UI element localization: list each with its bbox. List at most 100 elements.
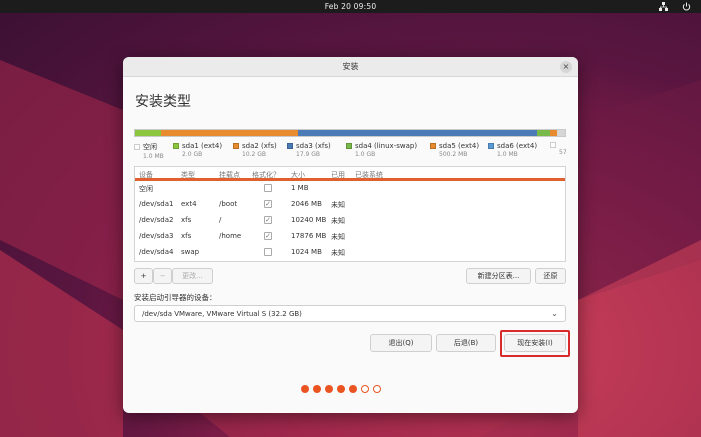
- new-partition-table-button[interactable]: 新建分区表...: [466, 268, 531, 284]
- cell-mount: /home: [219, 232, 242, 240]
- legend-item: 57: [550, 142, 567, 156]
- cell-type: xfs: [181, 232, 192, 240]
- partition-table[interactable]: 设备 类型 挂载点 格式化？ 大小 已用 已装系统 空闲 1 MB/dev/sda…: [134, 166, 566, 262]
- window-titlebar[interactable]: 安装 ×: [123, 57, 578, 77]
- cell-type: ext4: [181, 200, 197, 208]
- cell-size: 1 MB: [291, 184, 309, 192]
- cell-mount: /: [219, 216, 222, 224]
- page-title: 安装类型: [135, 94, 191, 110]
- cell-device: /dev/sda4: [139, 248, 174, 256]
- legend-size: 500.2 MB: [439, 151, 468, 158]
- legend-label: 空闲: [143, 143, 157, 151]
- cell-size: 10240 MB: [291, 216, 327, 224]
- partition-segment-sda3: [297, 130, 537, 136]
- partition-segment-sda1: [135, 130, 162, 136]
- progress-dot: [337, 385, 345, 393]
- quit-label: 退出(Q): [388, 339, 414, 347]
- legend-size: 2.0 GB: [182, 151, 203, 158]
- legend-label: sda5 (ext4): [439, 142, 480, 150]
- cell-device: /dev/sda3: [139, 232, 174, 240]
- change-label: 更改...: [182, 272, 203, 280]
- partition-bar: [134, 129, 566, 137]
- format-checkbox[interactable]: [264, 184, 272, 192]
- change-partition-button[interactable]: 更改...: [172, 268, 213, 284]
- progress-dot: [361, 385, 369, 393]
- legend-swatch: [430, 143, 436, 149]
- install-highlight-box: [500, 330, 570, 357]
- legend-swatch: [346, 143, 352, 149]
- table-row[interactable]: /dev/sda2 xfs / 10240 MB 未知 ✓: [135, 213, 565, 229]
- top-bar: Feb 20 09:50: [0, 0, 701, 13]
- remove-partition-button[interactable]: −: [153, 268, 172, 284]
- network-icon[interactable]: [659, 2, 668, 11]
- legend-swatch: [550, 142, 556, 148]
- table-row[interactable]: /dev/sda1 ext4/boot 2046 MB 未知 ✓: [135, 197, 565, 213]
- format-checkbox-checked[interactable]: ✓: [264, 232, 272, 240]
- format-checkbox-checked[interactable]: ✓: [264, 216, 272, 224]
- cell-type: xfs: [181, 216, 192, 224]
- add-partition-button[interactable]: +: [134, 268, 153, 284]
- legend-swatch: [173, 143, 179, 149]
- legend-size: 57: [559, 149, 567, 156]
- power-icon[interactable]: [682, 2, 691, 11]
- clock[interactable]: Feb 20 09:50: [325, 2, 377, 11]
- legend-item: sda1 (ext4) 2.0 GB: [173, 142, 222, 158]
- legend-label: sda2 (xfs): [242, 142, 277, 150]
- legend-label: sda1 (ext4): [182, 142, 223, 150]
- progress-dot: [349, 385, 357, 393]
- add-icon: +: [140, 272, 147, 280]
- cell-size: 2046 MB: [291, 200, 322, 208]
- legend-size: 1.0 MB: [143, 153, 164, 160]
- cell-mount: /boot: [219, 200, 238, 208]
- window-title: 安装: [342, 62, 359, 71]
- col-device: 设备: [139, 171, 153, 179]
- legend-label: sda6 (ext4): [497, 142, 538, 150]
- col-used: 已用: [331, 171, 345, 179]
- legend-label: sda4 (linux-swap): [355, 142, 418, 150]
- format-checkbox[interactable]: [264, 248, 272, 256]
- revert-label: 还原: [543, 272, 558, 280]
- partition-legend: 空闲 1.0 MB sda1 (ext4) 2.0 GB sda2 (xfs) 10.2 …: [134, 142, 578, 162]
- chevron-down-icon: ⌄: [551, 309, 558, 318]
- legend-size: 10.2 GB: [242, 151, 267, 158]
- legend-swatch: [233, 143, 239, 149]
- cell-size: 17876 MB: [291, 232, 327, 240]
- back-button[interactable]: 后退(B): [436, 334, 496, 352]
- table-row[interactable]: /dev/sda4 swap 1024 MB 未知: [135, 245, 565, 261]
- progress-dot: [325, 385, 333, 393]
- boot-device-value: /dev/sda VMware, VMware Virtual S (32.2 …: [142, 309, 302, 318]
- progress-dot: [373, 385, 381, 393]
- legend-size: 17.9 GB: [296, 151, 321, 158]
- legend-item: sda2 (xfs) 10.2 GB: [233, 142, 277, 158]
- boot-device-select[interactable]: /dev/sda VMware, VMware Virtual S (32.2 …: [134, 305, 566, 322]
- legend-item: sda4 (linux-swap) 1.0 GB: [346, 142, 417, 158]
- legend-item: sda3 (xfs) 17.9 GB: [287, 142, 331, 158]
- back-label: 后退(B): [453, 339, 479, 347]
- table-header: 设备 类型 挂载点 格式化？ 大小 已用 已装系统: [135, 167, 565, 181]
- format-checkbox-checked[interactable]: ✓: [264, 200, 272, 208]
- close-button[interactable]: ×: [560, 61, 572, 73]
- new-table-label: 新建分区表...: [477, 272, 520, 280]
- cell-used: 未知: [331, 233, 345, 241]
- remove-icon: −: [159, 272, 166, 280]
- legend-item: sda5 (ext4) 500.2 MB: [430, 142, 479, 158]
- cell-device: 空闲: [139, 185, 153, 193]
- col-mount: 挂载点: [219, 171, 240, 179]
- boot-device-label: 安装启动引导器的设备：: [134, 293, 217, 302]
- quit-button[interactable]: 退出(Q): [370, 334, 432, 352]
- progress-dots: [301, 385, 381, 393]
- system-tray[interactable]: [659, 2, 691, 11]
- cell-size: 1024 MB: [291, 248, 322, 256]
- progress-dot: [313, 385, 321, 393]
- revert-button[interactable]: 还原: [535, 268, 566, 284]
- table-row[interactable]: 空闲 1 MB: [135, 181, 565, 197]
- legend-swatch: [287, 143, 293, 149]
- cell-used: 未知: [331, 217, 345, 225]
- installer-window: 安装 × 安装类型 空闲 1.0 MB sda1 (ext4) 2.0 GB sda2 …: [123, 57, 578, 413]
- col-type: 类型: [181, 171, 195, 179]
- legend-label: sda3 (xfs): [296, 142, 331, 150]
- col-size: 大小: [291, 171, 305, 179]
- partition-segment-sda2: [161, 130, 298, 136]
- table-row[interactable]: /dev/sda3 xfs/home 17876 MB 未知 ✓: [135, 229, 565, 245]
- cell-used: 未知: [331, 201, 345, 209]
